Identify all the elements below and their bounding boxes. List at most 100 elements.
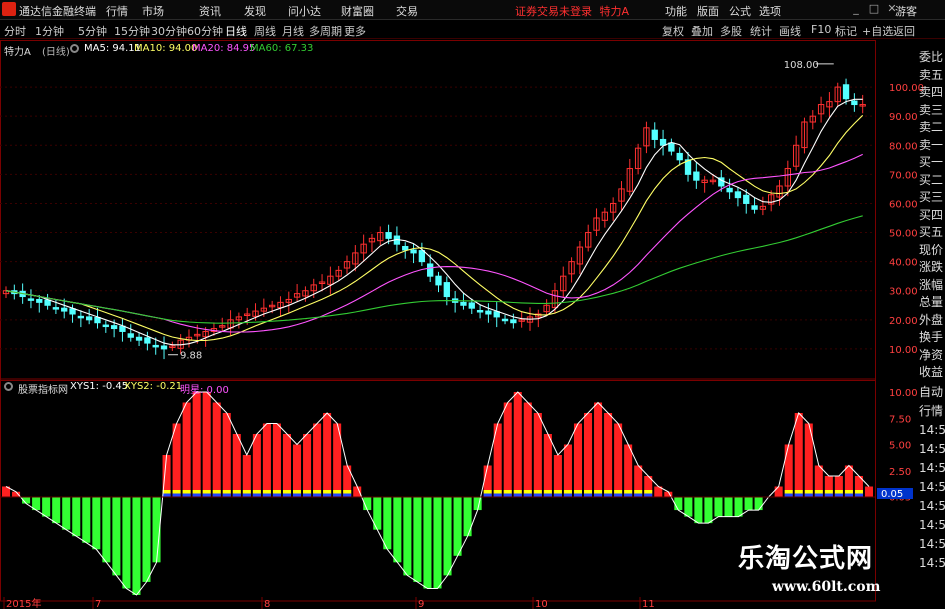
indicator-bar-positive	[172, 423, 181, 497]
indicator-marker-blue	[282, 493, 291, 497]
price-axis-label: 10.00	[889, 345, 918, 356]
side-panel-item: 收益	[919, 365, 944, 379]
close-icon[interactable]: ✕	[885, 2, 899, 16]
menu-item-market[interactable]: 市场	[142, 3, 164, 19]
kline-chart[interactable]: 100.0090.0080.0070.0060.0050.0040.0030.0…	[0, 40, 945, 609]
candle-body	[659, 138, 667, 146]
period-daily[interactable]: 日线	[225, 23, 247, 39]
indicator-marker-yellow	[543, 490, 552, 494]
candle-body	[743, 194, 750, 204]
tool-multi-stock[interactable]: 多股	[720, 23, 742, 39]
indicator-marker-yellow	[573, 490, 582, 494]
price-axis-label: 60.00	[889, 199, 918, 210]
indicator-bar-negative	[102, 497, 111, 563]
indicator-marker-yellow	[824, 490, 833, 494]
tool-f10[interactable]: F10	[811, 23, 831, 36]
candle-body	[842, 84, 850, 100]
price-axis-label: 30.00	[889, 287, 918, 298]
indicator-marker-blue	[303, 493, 312, 497]
ma10-label: MA10: 94.00	[134, 43, 198, 54]
tool-draw-line[interactable]: 画线	[779, 23, 801, 39]
tool-overlay[interactable]: 叠加	[691, 23, 713, 39]
indicator-bar-negative	[413, 497, 422, 582]
menu-item-functions[interactable]: 功能	[665, 3, 687, 19]
period-1min[interactable]: 1分钟	[35, 23, 64, 39]
price-axis-label: 20.00	[889, 316, 918, 327]
candle-body	[493, 311, 500, 318]
indicator-bar-positive	[232, 434, 241, 497]
indicator-bar-positive	[784, 444, 793, 497]
candle-body	[435, 275, 442, 286]
indicator-marker-yellow	[533, 490, 542, 494]
indicator-bar-positive	[523, 402, 532, 497]
indicator-marker-yellow	[794, 490, 803, 494]
indicator-marker-blue	[162, 493, 171, 497]
indicator-bar-negative	[714, 497, 723, 517]
indicator-bar-positive	[594, 402, 603, 497]
indicator-bar-negative	[403, 497, 412, 576]
menu-item-quotes[interactable]: 行情	[106, 3, 128, 19]
indicator-marker-yellow	[553, 490, 562, 494]
menu-item-options[interactable]: 选项	[759, 3, 781, 19]
indicator-bar-positive	[272, 423, 281, 497]
period-multi[interactable]: 多周期	[309, 23, 342, 39]
period-5min[interactable]: 5分钟	[78, 23, 107, 39]
indicator-marker-yellow	[644, 490, 653, 494]
candle-body	[468, 302, 475, 309]
candle-body	[734, 191, 742, 199]
indicator-bar-negative	[724, 497, 733, 517]
sub-settings-gear-icon[interactable]	[4, 382, 13, 391]
indicator-marker-yellow	[634, 490, 643, 494]
ma10-line	[5, 114, 864, 342]
period-weekly[interactable]: 周线	[254, 23, 276, 39]
date-axis-label: 7	[95, 599, 101, 609]
side-panel-item: 涨幅	[919, 277, 944, 292]
indicator-marker-yellow	[624, 490, 633, 494]
indicator-marker-blue	[573, 493, 582, 497]
indicator-marker-blue	[614, 493, 623, 497]
indicator-marker-blue	[242, 493, 251, 497]
side-panel-item: 卖三	[919, 102, 944, 117]
indicator-marker-blue	[232, 493, 241, 497]
menu-item-trade[interactable]: 交易	[396, 3, 418, 19]
indicator-bar-positive	[864, 486, 873, 497]
period-more[interactable]: 更多	[344, 23, 366, 39]
menu-item-wealth-circle[interactable]: 财富圈	[341, 3, 374, 19]
watermark-title: 乐淘公式网	[738, 544, 874, 574]
menu-item-wenxiaoda[interactable]: 问小达	[288, 3, 321, 19]
indicator-marker-yellow	[202, 490, 211, 494]
minimize-icon[interactable]: _	[849, 2, 863, 16]
settings-gear-icon[interactable]	[70, 44, 79, 53]
indicator-marker-yellow	[523, 490, 532, 494]
period-monthly[interactable]: 月线	[282, 23, 304, 39]
menu-item-formula[interactable]: 公式	[729, 3, 751, 19]
candle-body	[119, 325, 126, 332]
period-60min[interactable]: 60分钟	[187, 23, 223, 39]
candle-body	[460, 301, 467, 306]
period-15min[interactable]: 15分钟	[114, 23, 150, 39]
indicator-marker-yellow	[844, 490, 853, 494]
indicator-marker-blue	[192, 493, 201, 497]
indicator-marker-blue	[834, 493, 843, 497]
candle-body	[476, 310, 484, 313]
period-tick[interactable]: 分时	[4, 23, 26, 39]
indicator-marker-blue	[293, 493, 302, 497]
side-panel-item: 卖二	[919, 120, 944, 134]
maximize-icon[interactable]: □	[867, 2, 881, 16]
menu-item-layout[interactable]: 版面	[697, 3, 719, 19]
menu-item-news[interactable]: 资讯	[199, 3, 221, 19]
indicator-marker-blue	[503, 493, 512, 497]
menu-item-discover[interactable]: 发现	[244, 3, 266, 19]
tool-statistics[interactable]: 统计	[750, 23, 772, 39]
period-30min[interactable]: 30分钟	[151, 23, 187, 39]
date-axis-label: 10	[535, 599, 548, 609]
indicator-bar-negative	[62, 497, 71, 530]
tool-add-favorite[interactable]: +自选	[862, 23, 893, 39]
tool-adjust[interactable]: 复权	[662, 23, 684, 39]
login-notice[interactable]: 证券交易未登录 特力A	[515, 3, 629, 19]
indicator-marker-yellow	[313, 490, 322, 494]
indicator-marker-yellow	[834, 490, 843, 494]
indicator-marker-yellow	[614, 490, 623, 494]
tool-mark[interactable]: 标记	[835, 23, 857, 39]
tool-back[interactable]: 返回	[893, 23, 915, 39]
